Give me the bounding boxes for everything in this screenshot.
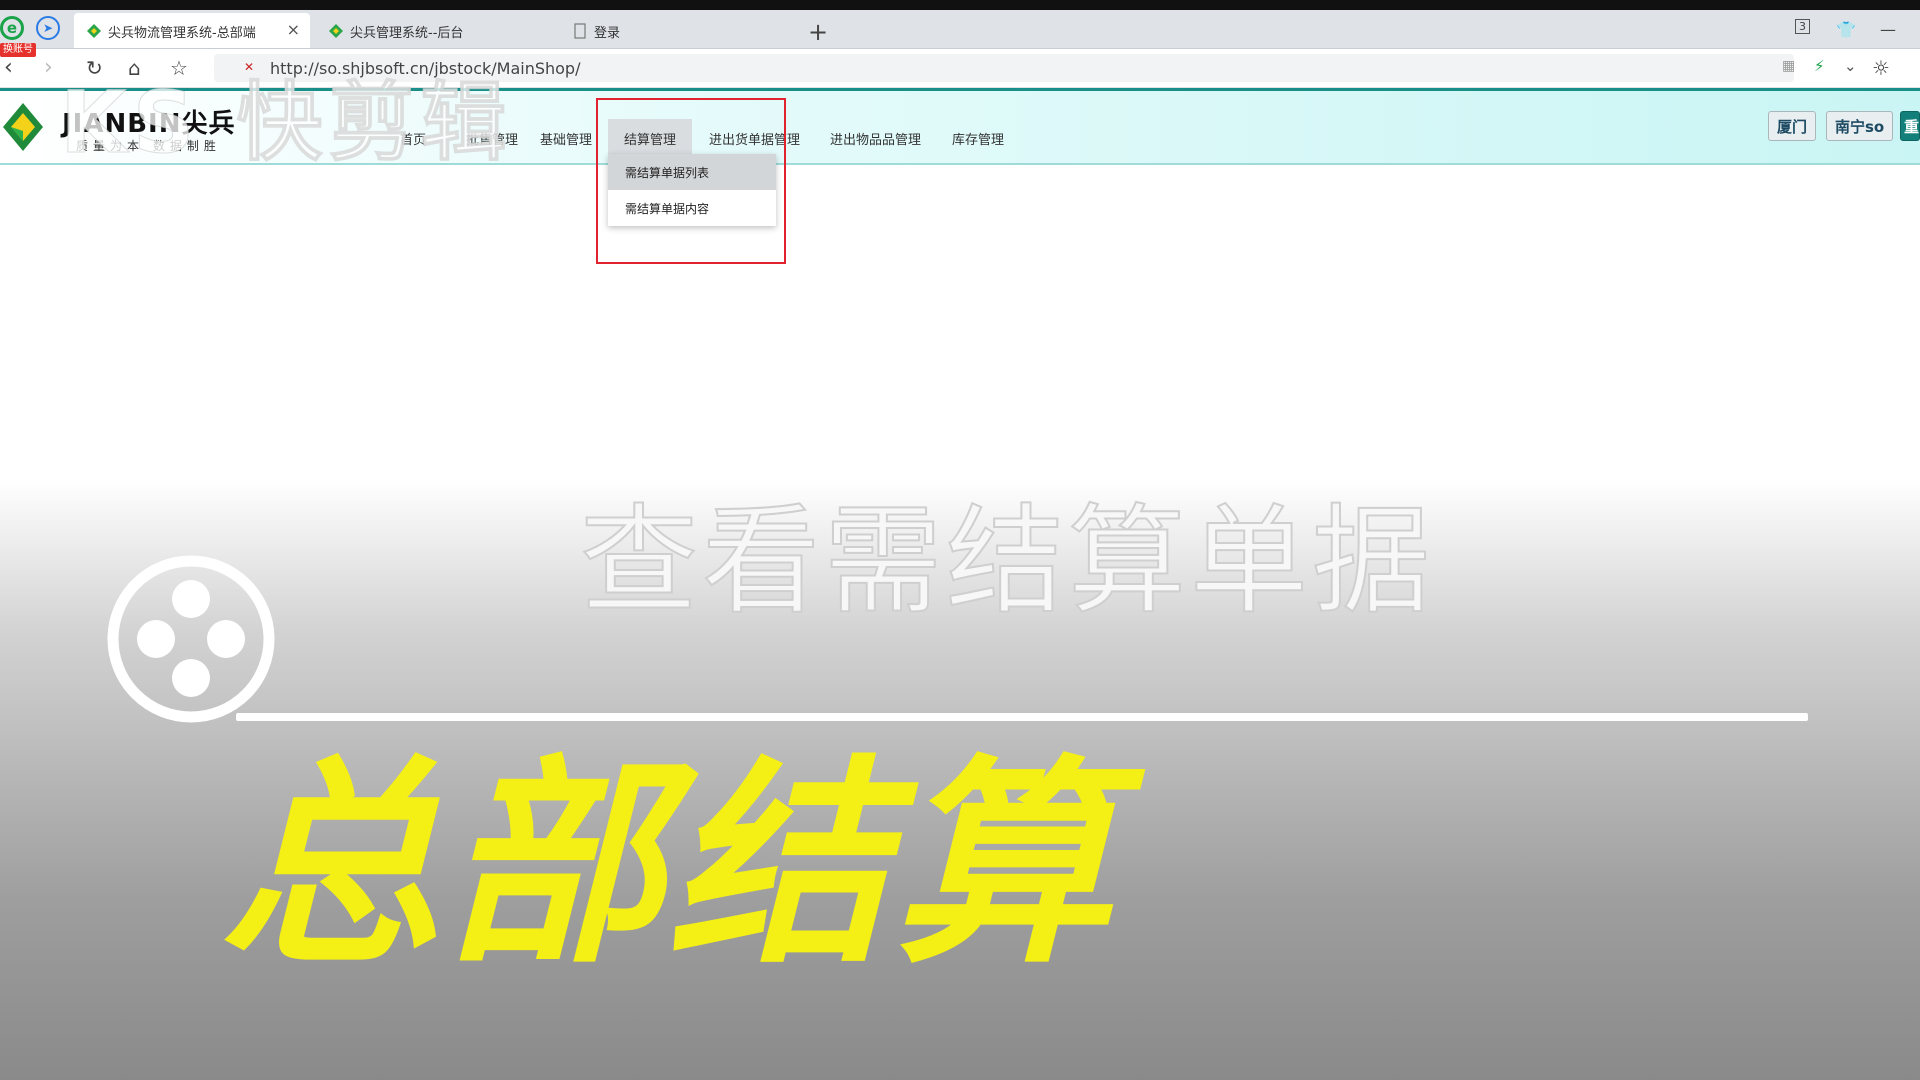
lightning-icon[interactable]: ⚡ — [1814, 57, 1825, 75]
back-icon[interactable]: ‹ — [4, 55, 13, 81]
navigate-icon[interactable]: ➤ — [36, 16, 60, 40]
divider-line — [236, 713, 1808, 721]
menu-basic[interactable]: 基础管理 — [540, 129, 592, 148]
tab-title: 尖兵物流管理系统-总部端 — [108, 26, 256, 41]
jianbin-favicon-icon — [87, 24, 101, 38]
tab-count-badge[interactable]: 3 — [1795, 19, 1810, 34]
close-tab-icon[interactable]: × — [287, 20, 300, 39]
tab-2[interactable]: 尖兵管理系统--后台 — [316, 13, 552, 48]
tab-title: 尖兵管理系统--后台 — [350, 26, 464, 41]
brightness-icon[interactable]: ☼ — [1872, 55, 1890, 81]
highlight-box — [596, 98, 786, 264]
subtitle-text: 查看需结算单据 — [579, 491, 1435, 631]
jianbin-favicon-icon — [329, 24, 343, 38]
nanning-button[interactable]: 南宁so — [1826, 111, 1894, 141]
minimize-icon[interactable]: — — [1880, 20, 1896, 39]
jianbin-logo-icon — [3, 103, 43, 151]
watermark: KS 快剪辑 — [60, 73, 513, 174]
page-icon — [574, 23, 586, 39]
xiamen-button[interactable]: 厦门 — [1768, 111, 1817, 141]
film-reel-icon — [107, 555, 275, 723]
tab-title: 登录 — [594, 26, 621, 41]
top-bezel — [0, 0, 1920, 10]
new-tab-button[interactable]: + — [808, 20, 828, 44]
browser-tab-bar: e ➤ 尖兵物流管理系统-总部端 × 尖兵管理系统--后台 登录 + 3 👕 — — [0, 10, 1920, 49]
chevron-down-icon[interactable]: ⌄ — [1844, 57, 1857, 75]
reset-button[interactable]: 重 — [1900, 111, 1920, 141]
tab-3[interactable]: 登录 — [560, 13, 796, 48]
forward-icon[interactable]: › — [44, 55, 53, 81]
menu-io-items[interactable]: 进出物品品管理 — [830, 129, 921, 148]
menu-inventory[interactable]: 库存管理 — [952, 129, 1004, 148]
qr-icon[interactable]: ▦ — [1782, 58, 1795, 74]
browser-logo-icon[interactable]: e — [0, 16, 24, 40]
overlay-title: 总部结算 — [220, 737, 1117, 993]
shirt-icon[interactable]: 👕 — [1836, 20, 1856, 39]
tab-1[interactable]: 尖兵物流管理系统-总部端 × — [74, 13, 310, 48]
